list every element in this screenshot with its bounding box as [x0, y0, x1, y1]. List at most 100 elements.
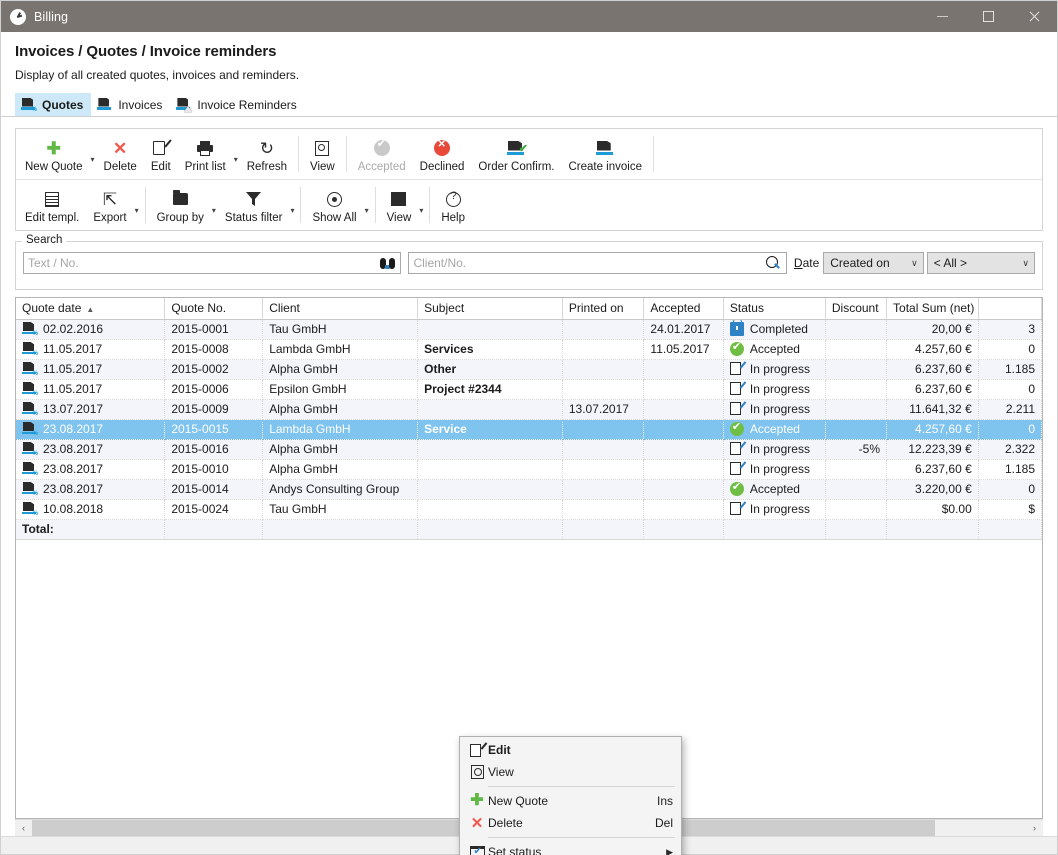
menu-item-edit[interactable]: Edit — [460, 739, 681, 761]
col-status[interactable]: Status — [723, 298, 826, 320]
table-row[interactable]: % 11.05.2017 2015-0006 Epsilon GmbH Project … — [16, 379, 1043, 400]
tab-invoices[interactable]: Invoices — [91, 93, 170, 116]
folder-icon — [172, 190, 188, 205]
col-total-sum[interactable]: Total Sum (net) — [886, 298, 979, 320]
cell-quote-no: 2015-0009 — [164, 399, 264, 420]
status-label: In progress — [749, 382, 810, 396]
page-title: Invoices / Quotes / Invoice reminders — [15, 43, 277, 60]
in-progress-icon — [729, 361, 747, 376]
status-label: In progress — [749, 442, 810, 456]
close-icon — [1028, 10, 1041, 23]
menu-item-set-status[interactable]: Set status ▶ — [460, 841, 681, 855]
quote-doc-icon: % — [22, 442, 38, 457]
cell-extra: 2.211 — [978, 399, 1043, 420]
menu-item-new-quote[interactable]: ✚ New Quote Ins — [460, 790, 681, 812]
view-button[interactable]: View — [303, 132, 342, 176]
table-header-row: Quote date ▲ Quote No. Client Subject Pri… — [16, 298, 1043, 320]
x-circle-icon — [434, 140, 451, 156]
declined-button[interactable]: Declined — [413, 132, 472, 176]
export-dropdown[interactable]: ▾ — [134, 183, 141, 227]
search-text-input[interactable]: Text / No. — [23, 252, 402, 274]
delete-label: Delete — [103, 161, 137, 173]
status-filter-button[interactable]: Status filter — [218, 183, 290, 227]
minimize-button[interactable] — [919, 1, 965, 32]
col-extra[interactable] — [978, 298, 1043, 320]
col-quote-no[interactable]: Quote No. — [164, 298, 264, 320]
cell-printed-on — [562, 359, 645, 380]
cell-subject — [417, 399, 563, 420]
help-button[interactable]: Help — [434, 183, 472, 227]
window-title: Billing — [34, 9, 69, 24]
col-discount[interactable]: Discount — [825, 298, 888, 320]
col-client[interactable]: Client — [262, 298, 419, 320]
print-list-button[interactable]: Print list — [178, 132, 233, 176]
status-label: In progress — [749, 462, 810, 476]
print-list-dropdown[interactable]: ▾ — [233, 132, 240, 176]
view-mode-dropdown[interactable]: ▾ — [418, 183, 425, 227]
table-row[interactable]: % 23.08.2017 2015-0016 Alpha GmbH In progres… — [16, 439, 1043, 460]
table-row[interactable]: % 02.02.2016 2015-0001 Tau GmbH 24.01.2017 Co… — [16, 319, 1043, 340]
check-circle-icon — [729, 340, 744, 356]
cell-quote-date: % 10.08.2018 — [16, 499, 166, 520]
tab-invoices-label: Invoices — [118, 97, 163, 112]
table-row[interactable]: % 23.08.2017 2015-0010 Alpha GmbH In progres… — [16, 459, 1043, 480]
group-by-button[interactable]: Group by — [150, 183, 211, 227]
cell-extra: $ — [978, 499, 1043, 520]
in-progress-icon — [729, 401, 747, 416]
menu-item-view[interactable]: View — [460, 761, 681, 783]
show-all-button[interactable]: Show All — [305, 183, 363, 227]
group-by-dropdown[interactable]: ▾ — [211, 183, 218, 227]
tab-quotes-label: Quotes — [42, 97, 84, 112]
search-group: Search Text / No. Client/No. Date Create… — [15, 234, 1043, 290]
col-accepted[interactable]: Accepted — [643, 298, 724, 320]
date-label: Date — [793, 256, 820, 270]
cell-extra: 0 — [978, 379, 1043, 400]
search-row: Text / No. Client/No. Date Created on ∨ … — [23, 252, 1035, 274]
col-subject[interactable]: Subject — [417, 298, 563, 320]
magnifier-icon[interactable] — [764, 256, 782, 270]
accepted-button[interactable]: Accepted — [351, 132, 413, 176]
status-filter-dropdown[interactable]: ▾ — [289, 183, 296, 227]
new-quote-button[interactable]: ✚ New Quote — [18, 132, 90, 176]
quote-date-value: 23.08.2017 — [43, 442, 104, 456]
cell-discount — [825, 459, 888, 480]
cell-total-sum: 6.237,60 € — [886, 359, 979, 380]
search-client-placeholder: Client/No. — [413, 256, 467, 270]
table-row[interactable]: % 13.07.2017 2015-0009 Alpha GmbH 13.07.2017… — [16, 399, 1043, 420]
close-button[interactable] — [1011, 1, 1057, 32]
table-row[interactable]: % 11.05.2017 2015-0008 Lambda GmbH Services 1… — [16, 339, 1043, 360]
cell-subject — [417, 479, 563, 500]
new-quote-dropdown[interactable]: ▾ — [90, 132, 97, 176]
scroll-left-button[interactable]: ‹ — [15, 820, 32, 836]
export-button[interactable]: ⇱ Export — [86, 183, 133, 227]
quote-doc-icon: % — [22, 502, 38, 517]
edit-template-button[interactable]: Edit templ. — [18, 183, 86, 227]
maximize-button[interactable] — [965, 1, 1011, 32]
date-range-select[interactable]: < All > ∨ — [926, 252, 1035, 274]
table-row[interactable]: % 10.08.2018 2015-0024 Tau GmbH In progress $… — [16, 499, 1043, 520]
view-mode-button[interactable]: View — [380, 183, 419, 227]
cell-extra: 0 — [978, 339, 1043, 360]
refresh-icon: ↻ — [259, 138, 274, 158]
tab-invoice-reminders[interactable]: Invoice Reminders — [170, 93, 304, 116]
order-confirm-button[interactable]: ✔ Order Confirm. — [471, 132, 561, 176]
quote-date-value: 23.08.2017 — [43, 482, 104, 496]
table-row[interactable]: % 23.08.2017 2015-0014 Andys Consulting Gro… — [16, 479, 1043, 500]
toolbar-row-1: ✚ New Quote ▾ ✕ Delete Edit Print list ▾… — [16, 129, 1042, 179]
cell-accepted — [643, 479, 724, 500]
create-invoice-button[interactable]: Create invoice — [561, 132, 649, 176]
show-all-dropdown[interactable]: ▾ — [364, 183, 371, 227]
tab-quotes[interactable]: % Quotes — [15, 93, 92, 116]
scroll-right-button[interactable]: › — [1026, 820, 1043, 836]
menu-item-delete[interactable]: ✕ Delete Del — [460, 812, 681, 834]
table-row[interactable]: % 23.08.2017 2015-0015Lambda GmbHService Ac… — [16, 419, 1043, 440]
refresh-button[interactable]: ↻ Refresh — [240, 132, 294, 176]
search-client-input[interactable]: Client/No. — [408, 252, 787, 274]
col-quote-date[interactable]: Quote date ▲ — [16, 298, 166, 320]
delete-button[interactable]: ✕ Delete — [97, 132, 144, 176]
col-printed-on[interactable]: Printed on — [562, 298, 645, 320]
binoculars-icon[interactable] — [378, 257, 396, 269]
date-field-select[interactable]: Created on ∨ — [823, 252, 924, 274]
edit-button[interactable]: Edit — [144, 132, 178, 176]
table-row[interactable]: % 11.05.2017 2015-0002 Alpha GmbH Other In pr… — [16, 359, 1043, 380]
